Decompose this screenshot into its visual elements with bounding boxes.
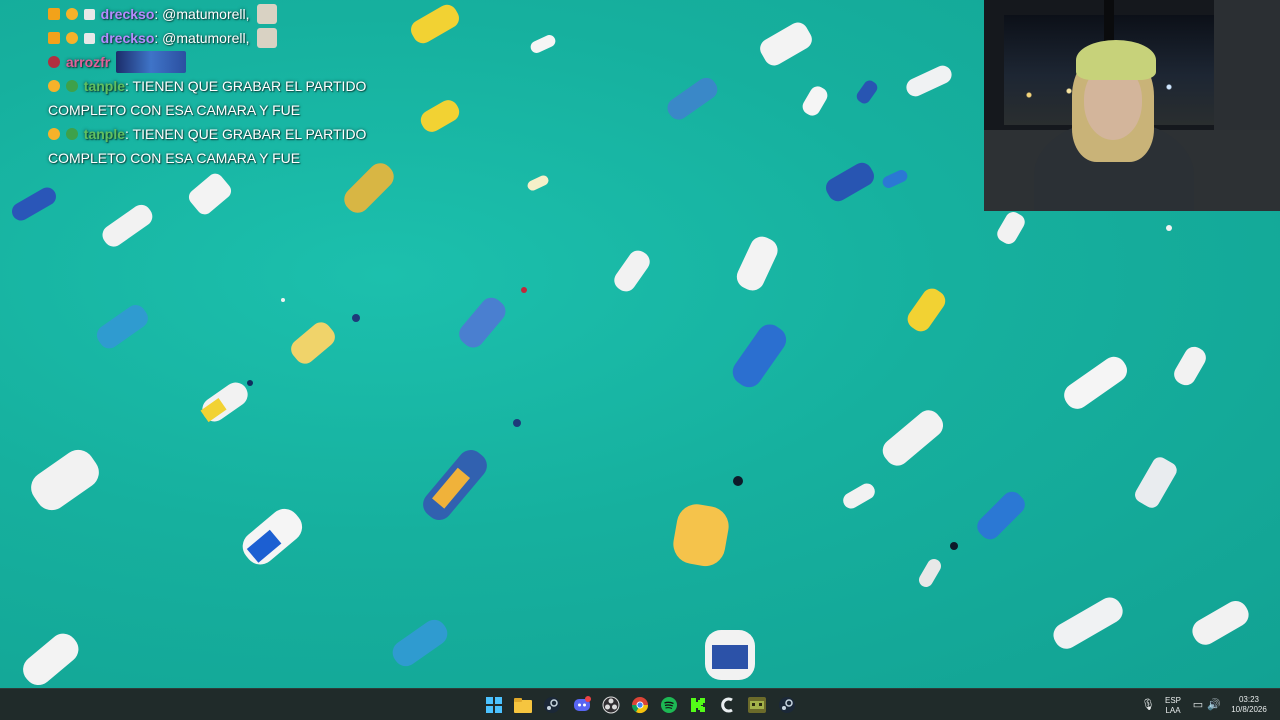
crown-badge-icon <box>48 8 60 20</box>
verified-badge-icon <box>83 33 95 44</box>
verified-badge-icon <box>83 9 95 20</box>
badge-icon <box>48 56 60 68</box>
boat <box>242 508 303 565</box>
chat-text: : @matumorell, <box>154 6 250 22</box>
boat <box>102 204 153 247</box>
boat <box>392 619 448 667</box>
game-icon[interactable] <box>746 694 768 716</box>
steam-icon[interactable] <box>541 694 563 716</box>
boat <box>882 410 944 466</box>
webcam-overlay <box>984 0 1280 211</box>
boat <box>459 297 506 348</box>
boat <box>856 80 878 104</box>
chat-overlay: dreckso: @matumorell, dreckso: @matumore… <box>48 2 378 170</box>
moon-badge-icon <box>65 128 78 140</box>
chat-message: dreckso: @matumorell, <box>48 26 378 50</box>
keyboard-layout: LAA <box>1165 706 1181 715</box>
language-indicator[interactable]: ESP LAA <box>1162 696 1184 716</box>
folder-icon[interactable] <box>512 694 534 716</box>
boat <box>1174 346 1206 386</box>
boat <box>736 236 778 291</box>
boat <box>826 162 874 202</box>
boat <box>188 173 232 215</box>
steam-icon[interactable] <box>776 694 798 716</box>
boat <box>23 633 79 686</box>
microphone-icon[interactable]: 🎙 <box>1141 699 1155 711</box>
boat <box>802 86 828 116</box>
language-code: ESP <box>1164 696 1181 705</box>
boat <box>667 77 718 120</box>
boat <box>1064 356 1127 409</box>
chat-message: tanple: TIENEN QUE GRABAR EL PARTIDO COM… <box>48 74 378 122</box>
clock[interactable]: 03:23 10/8/2026 <box>1227 695 1271 715</box>
boat <box>919 559 941 587</box>
sub-badge-icon <box>65 32 78 44</box>
sub-badge-icon <box>65 8 78 20</box>
chat-username: dreckso <box>100 6 155 22</box>
boat <box>843 483 875 509</box>
emote-icon <box>257 28 278 48</box>
sub-badge-icon <box>48 128 60 140</box>
boat <box>705 630 755 680</box>
boat <box>760 22 812 66</box>
streamer-hat <box>1076 40 1156 80</box>
boat <box>882 170 908 188</box>
volume-icon[interactable]: 🔊 <box>1207 699 1221 711</box>
boat <box>12 187 56 221</box>
chat-username: dreckso <box>100 30 155 46</box>
boat <box>411 4 459 44</box>
boat <box>732 324 787 388</box>
boat <box>530 35 556 53</box>
boat <box>614 250 650 292</box>
discord-icon[interactable] <box>571 694 593 716</box>
boat <box>31 449 99 511</box>
boat <box>423 450 487 520</box>
crown-badge-icon <box>48 32 60 44</box>
boat <box>1053 597 1123 649</box>
network-icon[interactable]: ▭ <box>1192 699 1204 711</box>
sub-badge-icon <box>48 80 60 92</box>
boat <box>907 288 946 332</box>
chat-message: dreckso: @matumorell, <box>48 2 378 26</box>
emote-icon <box>116 51 187 73</box>
emote-icon <box>257 4 278 24</box>
boat <box>977 491 1025 540</box>
boat <box>291 322 335 364</box>
windows-icon[interactable] <box>483 694 505 716</box>
chat-username: arrozfr <box>65 54 111 70</box>
chat-message: arrozfr <box>48 50 378 74</box>
obs-icon[interactable] <box>600 694 622 716</box>
boat <box>906 65 952 97</box>
boat <box>96 305 148 349</box>
boat <box>420 100 460 132</box>
boat <box>1192 601 1249 645</box>
chat-username: tanple <box>83 78 126 94</box>
chat-text: : @matumorell, <box>154 30 250 46</box>
spotify-icon[interactable] <box>658 694 680 716</box>
kick-icon[interactable] <box>687 694 709 716</box>
chrome-icon[interactable] <box>629 694 651 716</box>
taskbar: 🎙 ESP LAA ▭ 🔊 03:23 10/8/2026 <box>0 688 1280 720</box>
clock-date: 10/8/2026 <box>1231 705 1267 714</box>
chat-username: tanple <box>83 126 126 142</box>
boat <box>997 212 1025 244</box>
boat <box>673 504 729 567</box>
boat <box>527 175 549 191</box>
boat <box>1135 457 1177 508</box>
boat <box>200 382 248 423</box>
ccleaner-icon[interactable] <box>717 694 739 716</box>
moon-badge-icon <box>65 80 78 92</box>
clock-time: 03:23 <box>1238 695 1260 704</box>
chat-message: tanple: TIENEN QUE GRABAR EL PARTIDO COM… <box>48 122 378 170</box>
